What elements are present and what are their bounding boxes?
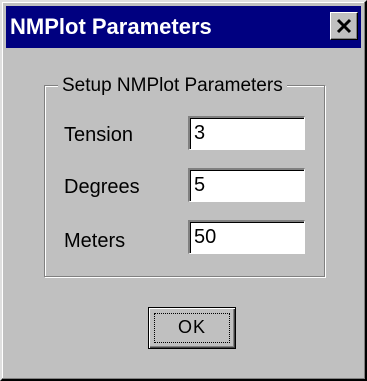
meters-input[interactable]: 50: [188, 220, 305, 254]
ok-button-label: OK: [177, 317, 206, 337]
tension-input[interactable]: 3: [188, 116, 305, 150]
degrees-label: Degrees: [64, 176, 140, 198]
degrees-input[interactable]: 5: [188, 168, 305, 202]
title-bar[interactable]: NMPlot Parameters: [6, 6, 361, 48]
close-button[interactable]: [330, 12, 358, 40]
window-title: NMPlot Parameters: [10, 14, 212, 39]
close-icon: [336, 18, 352, 34]
meters-label: Meters: [64, 230, 126, 252]
dialog-window: NMPlot Parameters Setup NMPlot Parameter…: [0, 0, 367, 381]
ok-button[interactable]: OK: [148, 307, 236, 349]
groupbox-label: Setup NMPlot Parameters: [58, 75, 287, 97]
tension-label: Tension: [64, 124, 133, 146]
